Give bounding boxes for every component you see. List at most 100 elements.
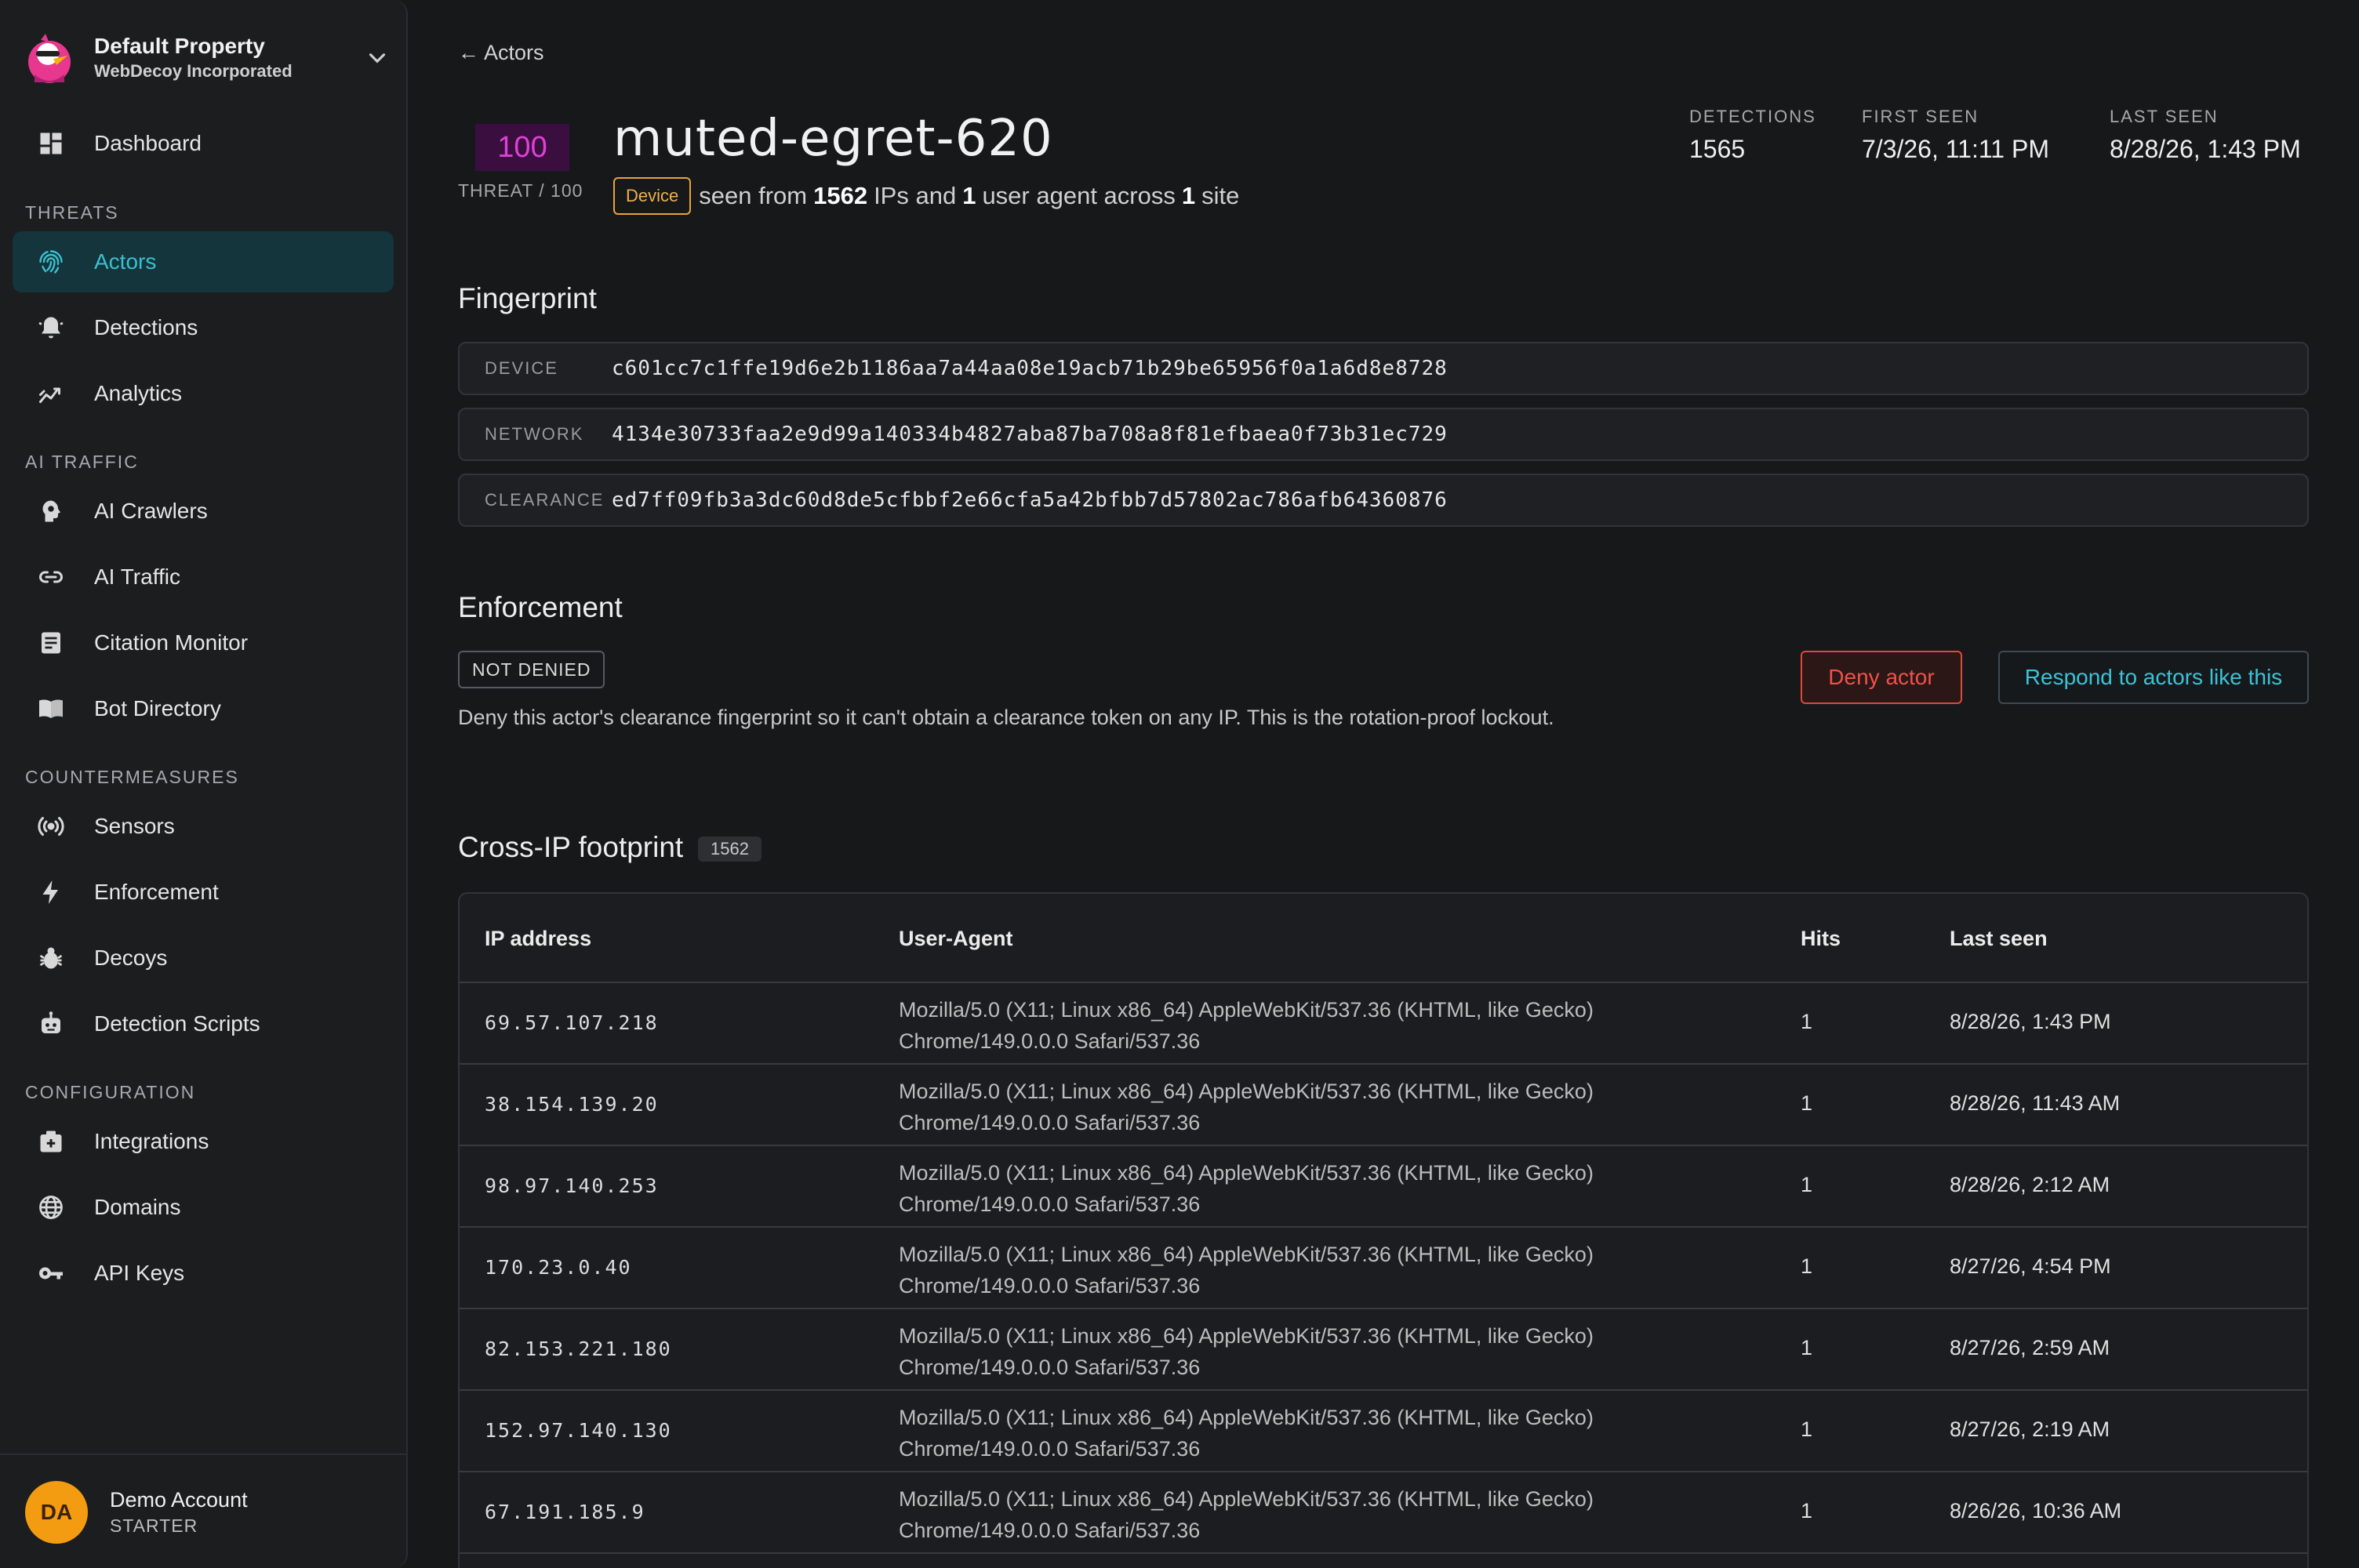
sidebar-item-label: Domains <box>94 1195 181 1219</box>
section-configuration: CONFIGURATION <box>25 1082 196 1102</box>
trend-chart-icon <box>36 379 66 408</box>
enforcement-description: Deny this actor's clearance fingerprint … <box>458 706 1554 729</box>
table-row[interactable]: 38.154.139.20 Mozilla/5.0 (X11; Linux x8… <box>460 1065 2307 1146</box>
sidebar-item-label: Citation Monitor <box>94 630 249 655</box>
column-header-user-agent[interactable]: User-Agent <box>899 927 1013 951</box>
cell-hits: 1 <box>1801 1336 1813 1359</box>
stat-last-seen: LAST SEEN 8/28/26, 1:43 PM <box>2110 107 2301 164</box>
stat-label: FIRST SEEN <box>1862 107 1979 126</box>
sidebar-item-api-keys[interactable]: API Keys <box>13 1243 394 1304</box>
sidebar-item-detection-scripts[interactable]: Detection Scripts <box>13 993 394 1054</box>
cell-user-agent: Mozilla/5.0 (X11; Linux x86_64) AppleWeb… <box>899 1161 1594 1216</box>
fingerprint-key: NETWORK <box>485 424 584 444</box>
globe-icon <box>36 1192 66 1222</box>
page-title: muted-egret-620 <box>613 110 1053 168</box>
chevron-down-icon[interactable] <box>364 45 391 71</box>
table-row[interactable]: 82.153.221.180 Mozilla/5.0 (X11; Linux x… <box>460 1309 2307 1391</box>
sidebar-item-integrations[interactable]: Integrations <box>13 1111 394 1172</box>
sidebar-item-detections[interactable]: Detections <box>13 297 394 358</box>
fingerprint-key: DEVICE <box>485 358 558 378</box>
robot-icon <box>36 1009 66 1039</box>
account-name: Demo Account <box>110 1488 248 1512</box>
fingerprint-row-network: NETWORK 4134e30733faa2e9d99a140334b4827a… <box>458 408 2309 461</box>
bell-alert-icon <box>36 313 66 343</box>
footprint-count-badge: 1562 <box>698 837 761 862</box>
stat-label: DETECTIONS <box>1689 107 1816 126</box>
sidebar-item-citation-monitor[interactable]: Citation Monitor <box>13 612 394 673</box>
dashboard-icon <box>36 129 66 158</box>
webdecoy-logo-icon <box>28 34 71 83</box>
sidebar-item-ai-traffic[interactable]: AI Traffic <box>13 546 394 608</box>
column-header-ip[interactable]: IP address <box>485 927 591 951</box>
table-row[interactable]: 67.191.185.9 Mozilla/5.0 (X11; Linux x86… <box>460 1472 2307 1554</box>
cell-last-seen: 8/27/26, 4:54 PM <box>1950 1254 2111 1278</box>
fingerprint-key: CLEARANCE <box>485 490 605 510</box>
seen-from-text: seen from <box>699 182 808 209</box>
integration-box-icon <box>36 1127 66 1156</box>
cell-hits: 1 <box>1801 1010 1813 1033</box>
threat-label: THREAT / 100 <box>458 180 583 201</box>
stat-value: 8/28/26, 1:43 PM <box>2110 135 2301 163</box>
deny-actor-button[interactable]: Deny actor <box>1801 651 1962 704</box>
cell-last-seen: 8/28/26, 1:43 PM <box>1950 1010 2111 1033</box>
property-name: Default Property <box>94 34 265 58</box>
sidebar-item-analytics[interactable]: Analytics <box>13 363 394 424</box>
table-row[interactable]: 98.97.140.253 Mozilla/5.0 (X11; Linux x8… <box>460 1146 2307 1228</box>
cell-last-seen: 8/27/26, 2:19 AM <box>1950 1417 2110 1441</box>
sidebar-divider <box>0 1454 406 1455</box>
fingerprint-value[interactable]: ed7ff09fb3a3dc60d8de5cfbbf2e66cfa5a42bfb… <box>612 488 1448 512</box>
cell-user-agent: Mozilla/5.0 (X11; Linux x86_64) AppleWeb… <box>899 1487 1594 1542</box>
cell-last-seen: 8/28/26, 11:43 AM <box>1950 1091 2121 1115</box>
sidebar-item-enforcement[interactable]: Enforcement <box>13 862 394 923</box>
cell-last-seen: 8/26/26, 10:36 AM <box>1950 1499 2122 1523</box>
sidebar-item-sensors[interactable]: Sensors <box>13 796 394 857</box>
sidebar-item-label: Sensors <box>94 814 175 838</box>
table-header: IP address User-Agent Hits Last seen <box>460 894 2307 983</box>
device-badge: Device <box>613 177 692 215</box>
cell-hits: 1 <box>1801 1499 1813 1523</box>
fingerprint-value[interactable]: 4134e30733faa2e9d99a140334b4827aba87ba70… <box>612 423 1448 446</box>
brain-head-icon <box>36 496 66 526</box>
property-switcher[interactable]: Default Property WebDecoy Incorporated <box>22 27 391 89</box>
column-header-last-seen[interactable]: Last seen <box>1950 927 2048 951</box>
cell-hits: 1 <box>1801 1091 1813 1115</box>
sidebar-item-label: AI Traffic <box>94 564 180 589</box>
stat-first-seen: FIRST SEEN 7/3/26, 11:11 PM <box>1862 107 2049 164</box>
footprint-heading: Cross-IP footprint <box>458 831 684 863</box>
sidebar-item-decoys[interactable]: Decoys <box>13 927 394 989</box>
ua-text: user agent across <box>982 182 1176 209</box>
threat-score: 100 <box>475 124 569 171</box>
sidebar-item-domains[interactable]: Domains <box>13 1177 394 1238</box>
sidebar-item-ai-crawlers[interactable]: AI Crawlers <box>13 481 394 542</box>
table-row[interactable]: 69.57.107.218 Mozilla/5.0 (X11; Linux x8… <box>460 983 2307 1065</box>
sidebar-item-label: Actors <box>94 249 157 274</box>
sidebar-item-label: Enforcement <box>94 880 219 904</box>
sidebar-item-dashboard[interactable]: Dashboard <box>13 113 394 174</box>
column-header-hits[interactable]: Hits <box>1801 927 1841 951</box>
table-row[interactable] <box>460 1554 2307 1568</box>
cell-ip: 152.97.140.130 <box>485 1419 672 1442</box>
cell-ip: 170.23.0.40 <box>485 1256 632 1279</box>
stat-label: LAST SEEN <box>2110 107 2219 126</box>
cell-ip: 38.154.139.20 <box>485 1093 659 1116</box>
sidebar-item-actors[interactable]: Actors <box>13 231 394 292</box>
fingerprint-value[interactable]: c601cc7c1ffe19d6e2b1186aa7a44aa08e19acb7… <box>612 357 1448 380</box>
bug-icon <box>36 943 66 973</box>
ip-count: 1562 <box>813 182 868 209</box>
cell-hits: 1 <box>1801 1417 1813 1441</box>
account-plan: STARTER <box>110 1515 198 1536</box>
respond-to-actors-button[interactable]: Respond to actors like this <box>1998 651 2309 704</box>
sidebar-item-label: Analytics <box>94 381 183 405</box>
actor-summary: Device seen from 1562 IPs and 1 user age… <box>613 177 1239 215</box>
sidebar-item-bot-directory[interactable]: Bot Directory <box>13 678 394 739</box>
key-icon <box>36 1258 66 1288</box>
cell-user-agent: Mozilla/5.0 (X11; Linux x86_64) AppleWeb… <box>899 1406 1594 1461</box>
avatar: DA <box>25 1481 88 1544</box>
cell-ip: 69.57.107.218 <box>485 1011 659 1034</box>
account-menu[interactable]: DA Demo Account STARTER <box>25 1480 386 1544</box>
table-row[interactable]: 152.97.140.130 Mozilla/5.0 (X11; Linux x… <box>460 1391 2307 1472</box>
sidebar-item-label: Decoys <box>94 946 168 970</box>
back-to-actors-link[interactable]: ← Actors <box>458 41 544 65</box>
table-row[interactable]: 170.23.0.40 Mozilla/5.0 (X11; Linux x86_… <box>460 1228 2307 1309</box>
cell-ip: 67.191.185.9 <box>485 1501 645 1523</box>
